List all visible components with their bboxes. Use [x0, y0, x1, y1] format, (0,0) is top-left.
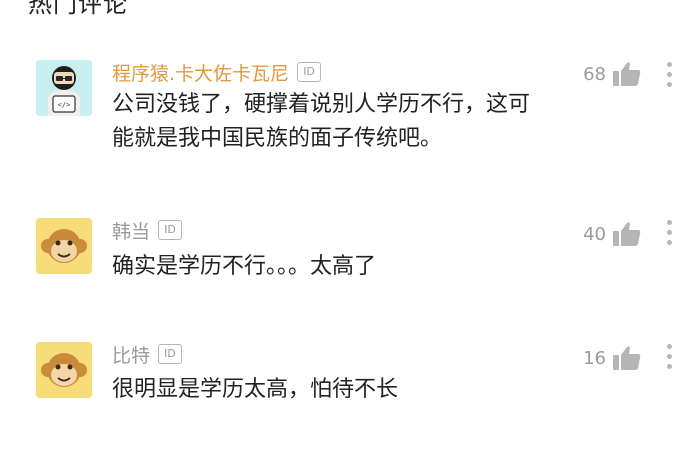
more-options-icon[interactable]	[666, 220, 672, 250]
svg-text:</>: </>	[58, 101, 71, 109]
comment-page: 热门评论 </> 程序猿.卡大佐卡瓦尼 ID 公司没钱了，硬撑着说别人学历不行，…	[0, 0, 700, 458]
id-badge: ID	[158, 220, 183, 240]
comment-text-line: 很明显是学历太高，怕待不长	[112, 377, 399, 402]
thumbs-up-icon	[613, 346, 641, 370]
comment-text: 确实是学历不行。。。太高了	[112, 250, 572, 284]
more-options-icon[interactable]	[666, 62, 672, 92]
monkey-avatar-icon[interactable]	[36, 218, 92, 274]
comment-text-line: 公司没钱了，硬撑着说别人学历不行，这可	[112, 92, 531, 117]
username[interactable]: 程序猿.卡大佐卡瓦尼	[112, 59, 289, 86]
id-badge: ID	[158, 344, 183, 364]
like-count: 16	[583, 347, 606, 369]
more-options-icon[interactable]	[666, 344, 672, 374]
comment-text-line: 确实是学历不行。。。太高了	[112, 254, 377, 279]
like-button[interactable]: 16	[583, 344, 642, 372]
programmer-avatar-icon[interactable]: </>	[36, 60, 92, 116]
id-badge: ID	[297, 62, 322, 82]
thumbs-up-icon	[613, 222, 641, 246]
comment-text: 很明显是学历太高，怕待不长	[112, 373, 572, 407]
like-count: 40	[583, 223, 606, 245]
username[interactable]: 韩当	[112, 217, 150, 244]
like-button[interactable]: 68	[583, 60, 642, 88]
username[interactable]: 比特	[112, 341, 150, 368]
monkey-avatar-icon[interactable]	[36, 342, 92, 398]
like-count: 68	[583, 63, 606, 85]
thumbs-up-icon	[613, 62, 641, 86]
comment-text: 公司没钱了，硬撑着说别人学历不行，这可 能就是我中国民族的面子传统吧。	[112, 88, 572, 156]
like-button[interactable]: 40	[583, 220, 642, 248]
section-title: 热门评论	[28, 0, 128, 18]
comment-text-line: 能就是我中国民族的面子传统吧。	[112, 126, 443, 151]
